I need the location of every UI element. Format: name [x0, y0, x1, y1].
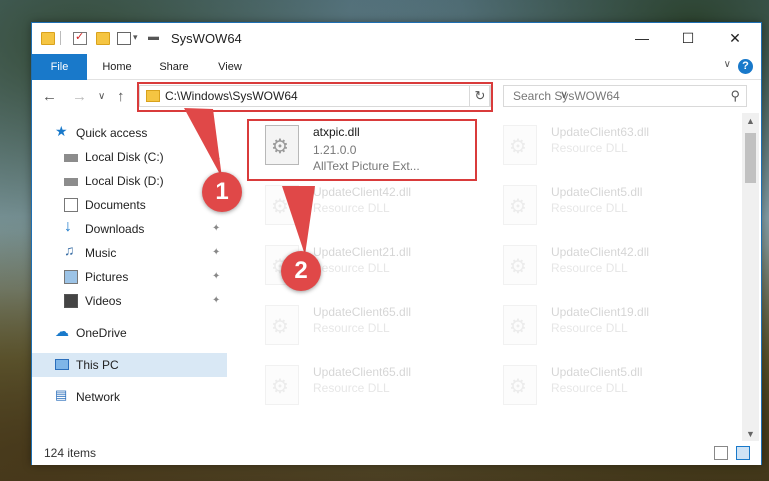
callout-arrows — [184, 108, 315, 255]
arrow-one — [184, 108, 222, 178]
arrow-two — [282, 186, 315, 255]
callout-step-1: 1 — [202, 172, 242, 212]
callout-step-2: 2 — [281, 251, 321, 291]
